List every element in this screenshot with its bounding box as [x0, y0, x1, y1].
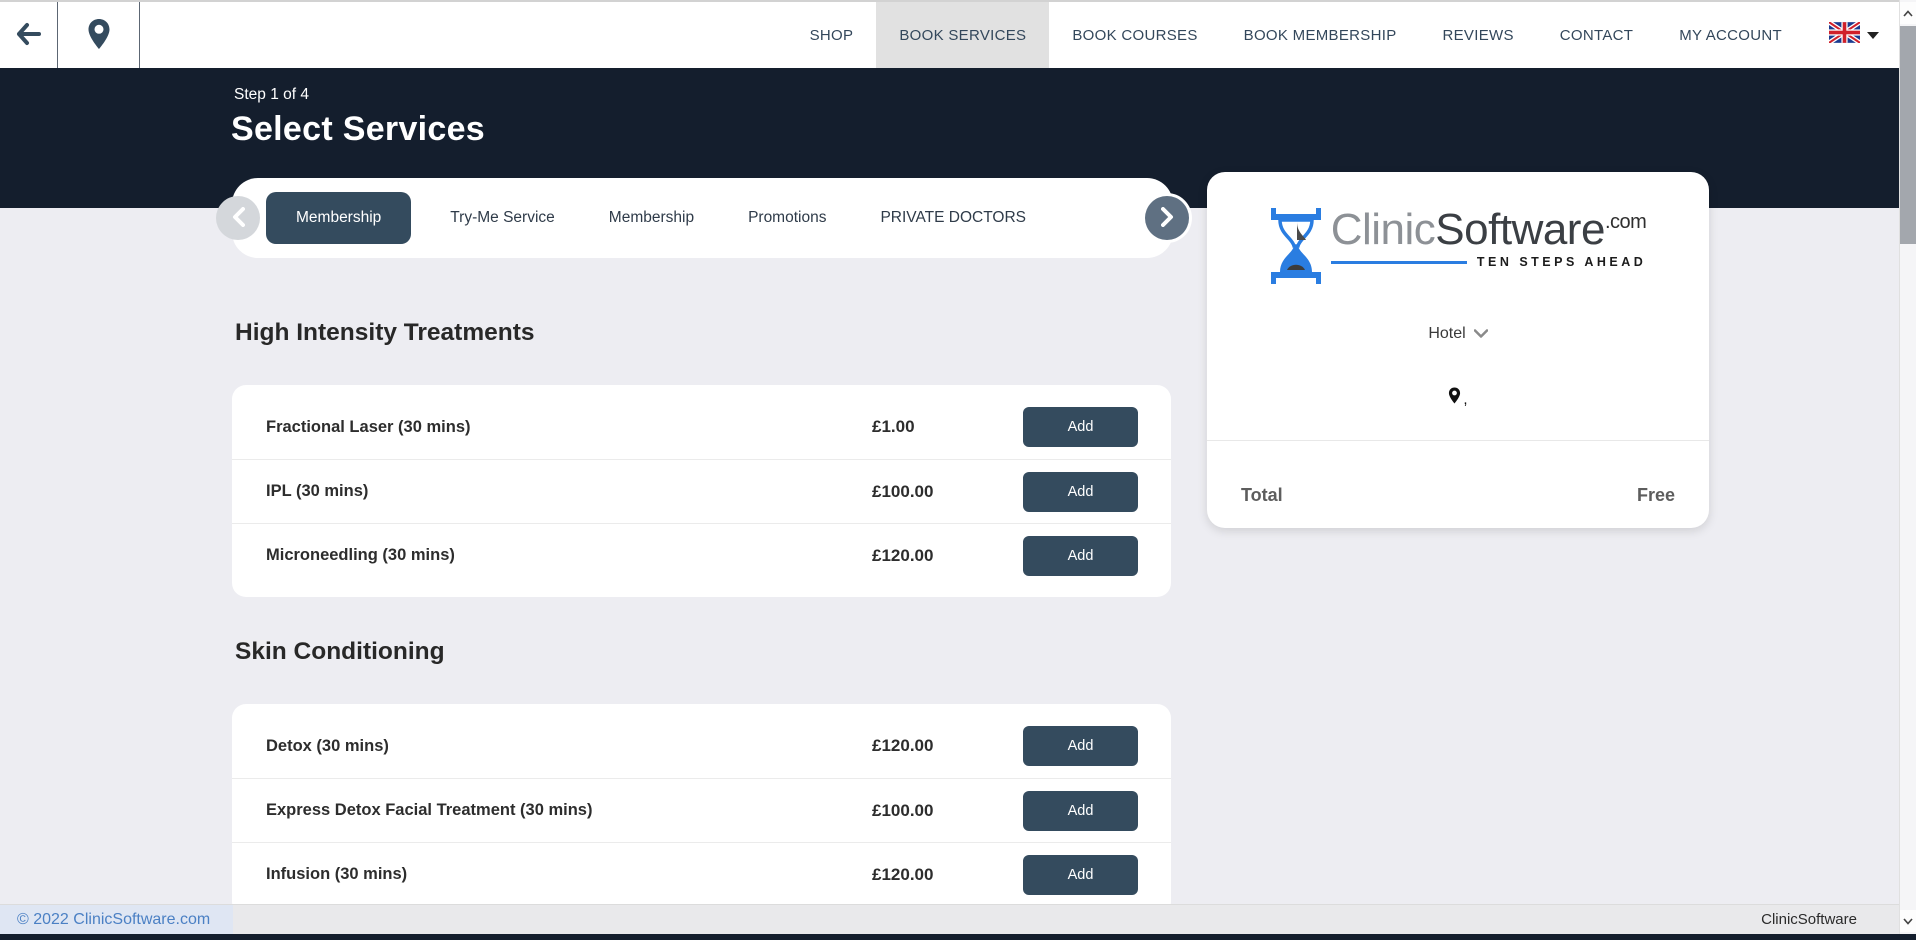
service-price: £100.00 — [872, 801, 1023, 821]
service-name: Microneedling (30 mins) — [266, 546, 872, 565]
category-tabs: MembershipTry-Me ServiceMembershipPromot… — [266, 192, 1053, 244]
service-price: £100.00 — [872, 482, 1023, 502]
cart-summary-card: ClinicSoftware.com TEN STEPS AHEAD Hotel… — [1207, 172, 1709, 528]
location-pin-icon — [87, 18, 111, 53]
uk-flag-icon — [1829, 22, 1860, 48]
nav-item-my-account[interactable]: MY ACCOUNT — [1656, 2, 1805, 68]
service-name: Fractional Laser (30 mins) — [266, 418, 872, 437]
main-nav: SHOPBOOK SERVICESBOOK COURSESBOOK MEMBER… — [787, 2, 1805, 68]
service-section: High Intensity Treatments Fractional Lase… — [232, 318, 1171, 597]
brand-tagline: TEN STEPS AHEAD — [1477, 256, 1646, 269]
service-price: £120.00 — [872, 736, 1023, 756]
service-card: Fractional Laser (30 mins)£1.00AddIPL (3… — [232, 385, 1171, 597]
cart-divider — [1207, 440, 1709, 441]
clinicsoftware-logo: ClinicSoftware.com TEN STEPS AHEAD — [1207, 208, 1709, 289]
service-row: Fractional Laser (30 mins)£1.00Add — [232, 395, 1171, 459]
page-scrollbar[interactable] — [1899, 0, 1916, 934]
nav-spacer — [140, 2, 787, 68]
footer: © 2022 ClinicSoftware.com ClinicSoftware — [0, 904, 1899, 934]
cart-address-text: , — [1463, 391, 1467, 408]
nav-item-contact[interactable]: CONTACT — [1537, 2, 1656, 68]
service-row: Detox (30 mins)£120.00Add — [232, 714, 1171, 778]
service-name: Detox (30 mins) — [266, 737, 872, 756]
service-price: £120.00 — [872, 865, 1023, 885]
chevron-right-icon — [1161, 207, 1174, 230]
location-button[interactable] — [58, 2, 140, 68]
language-selector[interactable] — [1805, 2, 1899, 68]
category-tabs-bar: MembershipTry-Me ServiceMembershipPromot… — [232, 178, 1173, 258]
scrollbar-up-icon[interactable] — [1900, 2, 1916, 24]
location-dropdown[interactable]: Hotel — [1207, 325, 1709, 343]
add-service-button[interactable]: Add — [1023, 855, 1138, 895]
page-title: Select Services — [231, 110, 485, 149]
top-navigation-bar: SHOPBOOK SERVICESBOOK COURSESBOOK MEMBER… — [0, 0, 1899, 68]
scrollbar-down-icon[interactable] — [1900, 910, 1916, 932]
nav-item-book-services[interactable]: BOOK SERVICES — [876, 2, 1049, 68]
nav-item-reviews[interactable]: REVIEWS — [1420, 2, 1537, 68]
cart-address-row: , — [1207, 387, 1709, 408]
cart-total-row: Total Free — [1241, 485, 1675, 506]
scrollbar-thumb[interactable] — [1900, 26, 1916, 244]
add-service-button[interactable]: Add — [1023, 791, 1138, 831]
bottom-dark-strip — [0, 934, 1916, 940]
tab-membership[interactable]: Membership — [266, 192, 411, 244]
service-name: Express Detox Facial Treatment (30 mins) — [266, 801, 872, 820]
add-service-button[interactable]: Add — [1023, 536, 1138, 576]
brand-wordmark: ClinicSoftware.com TEN STEPS AHEAD — [1331, 208, 1647, 269]
service-price: £120.00 — [872, 546, 1023, 566]
footer-copyright-link[interactable]: © 2022 ClinicSoftware.com — [17, 911, 210, 929]
section-heading: Skin Conditioning — [235, 637, 1171, 667]
chevron-left-icon — [232, 207, 245, 230]
back-button[interactable] — [0, 2, 58, 68]
service-row: Express Detox Facial Treatment (30 mins)… — [232, 778, 1171, 842]
service-section: Skin ConditioningDetox (30 mins)£120.00A… — [232, 637, 1171, 916]
tab-try-me-service[interactable]: Try-Me Service — [423, 192, 582, 244]
tabs-next-button[interactable] — [1145, 196, 1189, 240]
total-label: Total — [1241, 485, 1283, 506]
chevron-down-icon — [1474, 325, 1488, 343]
tab-membership[interactable]: Membership — [582, 192, 721, 244]
nav-item-shop[interactable]: SHOP — [787, 2, 877, 68]
service-row: Infusion (30 mins)£120.00Add — [232, 842, 1171, 906]
step-indicator: Step 1 of 4 — [234, 86, 309, 104]
service-row: Microneedling (30 mins)£120.00Add — [232, 523, 1171, 587]
tab-private-doctors[interactable]: PRIVATE DOCTORS — [853, 192, 1053, 244]
service-price: £1.00 — [872, 417, 1023, 437]
add-service-button[interactable]: Add — [1023, 472, 1138, 512]
brand-tld: .com — [1605, 211, 1646, 233]
service-name: IPL (30 mins) — [266, 482, 872, 501]
brand-text-gray: Clinic — [1331, 205, 1436, 254]
section-heading: High Intensity Treatments — [235, 318, 1171, 348]
tabs-prev-button[interactable] — [216, 196, 260, 240]
service-row: IPL (30 mins)£100.00Add — [232, 459, 1171, 523]
back-arrow-icon — [15, 22, 42, 49]
location-name: Hotel — [1428, 325, 1465, 343]
tagline-rule — [1331, 261, 1467, 264]
hourglass-logo-icon — [1270, 208, 1322, 289]
services-content: High Intensity Treatments Fractional Lase… — [232, 263, 1171, 916]
footer-brand-text: ClinicSoftware — [1761, 911, 1857, 928]
nav-item-book-courses[interactable]: BOOK COURSES — [1049, 2, 1220, 68]
nav-item-book-membership[interactable]: BOOK MEMBERSHIP — [1221, 2, 1420, 68]
location-pin-small-icon — [1448, 387, 1461, 408]
service-name: Infusion (30 mins) — [266, 865, 872, 884]
brand-text-dark: Software — [1435, 205, 1605, 254]
add-service-button[interactable]: Add — [1023, 726, 1138, 766]
total-value: Free — [1637, 485, 1675, 506]
brand-tagline-row: TEN STEPS AHEAD — [1331, 256, 1647, 269]
tab-promotions[interactable]: Promotions — [721, 192, 853, 244]
caret-down-icon — [1867, 32, 1879, 39]
service-card: Detox (30 mins)£120.00AddExpress Detox F… — [232, 704, 1171, 916]
add-service-button[interactable]: Add — [1023, 407, 1138, 447]
